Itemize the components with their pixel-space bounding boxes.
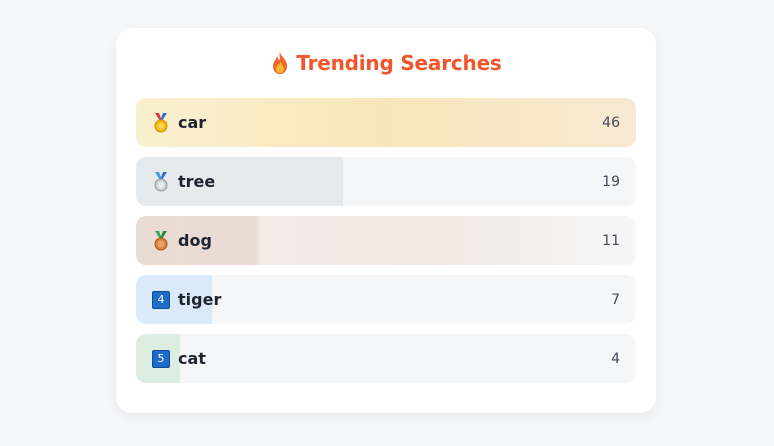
item-label: tiger (178, 290, 222, 309)
item-label: cat (178, 349, 206, 368)
keycap-4-icon: 4 (152, 290, 170, 310)
item-label: tree (178, 172, 216, 191)
title-text: Trending Searches (296, 51, 502, 75)
gold-medal-icon (152, 112, 170, 133)
list-item[interactable]: dog 11 (136, 216, 636, 265)
list-item[interactable]: 4 tiger 7 (136, 275, 636, 324)
silver-medal-icon (152, 171, 170, 192)
list-item[interactable]: car 46 (136, 98, 636, 147)
trending-card: Trending Searches car 46 tree 19 dog 11 … (116, 28, 656, 413)
bronze-medal-icon (152, 230, 170, 251)
fire-icon (270, 51, 290, 75)
item-label: dog (178, 231, 212, 250)
list-item[interactable]: tree 19 (136, 157, 636, 206)
item-count: 7 (611, 291, 620, 308)
item-count: 11 (602, 232, 620, 249)
item-label: car (178, 113, 207, 132)
item-count: 46 (602, 114, 620, 131)
card-title: Trending Searches (116, 50, 656, 76)
item-count: 19 (602, 173, 620, 190)
item-count: 4 (611, 350, 620, 367)
list-item[interactable]: 5 cat 4 (136, 334, 636, 383)
keycap-5-icon: 5 (152, 349, 170, 369)
trending-list: car 46 tree 19 dog 11 4 tiger 7 5 cat 4 (136, 98, 636, 393)
